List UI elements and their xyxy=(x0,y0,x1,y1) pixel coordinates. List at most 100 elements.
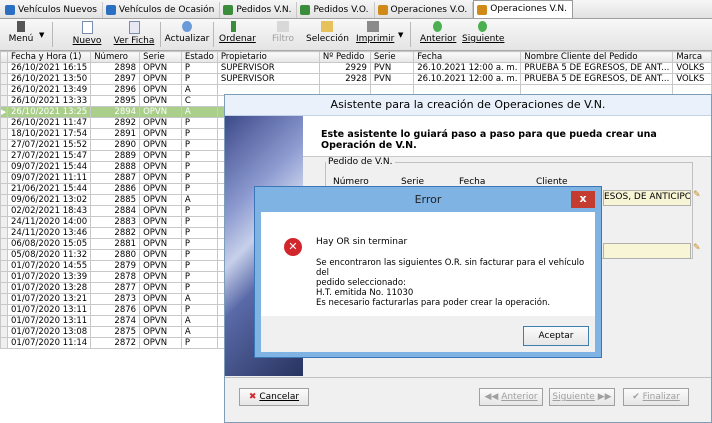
table-cell: 06/08/2020 15:05 xyxy=(6,238,92,250)
siguiente-button[interactable]: Siguiente xyxy=(462,21,504,48)
row-indicator xyxy=(0,326,8,338)
row-indicator xyxy=(0,260,8,272)
wizard-heading: Este asistente lo guiará paso a paso par… xyxy=(321,129,657,151)
table-cell: PRUEBA 5 DE EGRESOS, DE ANT... xyxy=(520,73,674,85)
table-cell: P xyxy=(180,62,218,74)
anterior-button[interactable]: Anterior xyxy=(420,21,456,48)
table-cell: 2897 xyxy=(90,73,141,85)
table-cell: P xyxy=(180,139,218,151)
table-cell: OPVN xyxy=(139,216,182,228)
table-cell: 2884 xyxy=(90,205,141,217)
column-header[interactable]: Fecha xyxy=(413,51,522,63)
wizard-heading-panel: Este asistente lo guiará paso a paso par… xyxy=(303,116,711,157)
table-cell: 2889 xyxy=(90,150,141,162)
tab-label: Vehículos Nuevos xyxy=(18,4,97,15)
table-cell: P xyxy=(180,73,218,85)
row-indicator: ▶ xyxy=(0,106,8,118)
column-header[interactable]: Propietario xyxy=(216,51,320,63)
column-header[interactable]: Nombre Cliente del Pedido xyxy=(520,51,674,63)
table-cell: P xyxy=(180,238,218,250)
table-cell: 05/08/2020 11:32 xyxy=(6,249,92,261)
printer-icon xyxy=(367,21,379,32)
cancel-button[interactable]: ✖ Cancelar xyxy=(239,388,309,406)
table-cell: P xyxy=(180,183,218,195)
column-header[interactable]: Número xyxy=(90,51,141,63)
column-header[interactable]: Nº Pedido xyxy=(318,51,371,63)
filtro-button[interactable]: Filtro xyxy=(268,21,298,48)
table-cell: 09/07/2021 15:44 xyxy=(6,161,92,173)
menu-button[interactable]: Menú xyxy=(6,21,36,48)
table-cell: OPVN xyxy=(139,128,182,140)
error-message: Se encontraron las siguientes O.R. sin f… xyxy=(316,258,595,308)
aceptar-button[interactable]: Aceptar xyxy=(523,326,589,346)
row-indicator xyxy=(0,161,8,173)
tab-pedidos-v-o[interactable]: Pedidos V.O. xyxy=(297,2,375,18)
table-cell: P xyxy=(180,150,218,162)
tab-icon xyxy=(300,5,311,15)
table-cell: VOLKS xyxy=(672,73,712,85)
wizard-next-button[interactable]: Siguiente ▶▶ xyxy=(549,388,615,406)
column-header[interactable]: Marca xyxy=(672,51,712,63)
column-header[interactable]: Fecha y Hora (1) xyxy=(6,51,92,63)
tab-operaciones-v-o[interactable]: Operaciones V.O. xyxy=(375,2,474,18)
row-indicator xyxy=(0,205,8,217)
nuevo-button[interactable]: Nuevo xyxy=(72,21,102,48)
error-dialog-body: ✕ Hay OR sin terminar Se encontraron las… xyxy=(261,212,595,352)
wizard-finish-button[interactable]: ✔ Finalizar xyxy=(623,388,689,406)
view-record-icon xyxy=(128,21,140,34)
secondary-field[interactable] xyxy=(603,243,691,259)
column-header[interactable]: Estado xyxy=(180,51,218,63)
table-cell: P xyxy=(180,161,218,173)
error-dialog-title: Error xyxy=(414,193,442,206)
table-cell: 01/07/2020 14:55 xyxy=(6,260,92,272)
table-cell: OPVN xyxy=(139,205,182,217)
row-indicator xyxy=(0,95,8,107)
table-cell: 2881 xyxy=(90,238,141,250)
row-indicator xyxy=(0,293,8,305)
check-icon: ✔ xyxy=(632,392,640,402)
menu-dropdown-icon[interactable]: ▼ xyxy=(39,31,44,39)
seleccion-button[interactable]: Selección xyxy=(306,21,349,48)
print-dropdown-icon[interactable]: ▼ xyxy=(398,31,403,39)
column-header[interactable]: Serie xyxy=(139,51,182,63)
table-cell: 2892 xyxy=(90,117,141,129)
edit-pencil-icon[interactable]: ✎ xyxy=(693,190,701,200)
table-cell: 2898 xyxy=(90,62,141,74)
table-cell: OPVN xyxy=(139,282,182,294)
table-cell: A xyxy=(180,84,218,96)
table-cell: 2887 xyxy=(90,172,141,184)
table-row[interactable]: 26/10/2021 13:50 2897 OPVN P SUPERVISOR 2928 P… xyxy=(0,73,712,85)
table-cell: 01/07/2020 13:08 xyxy=(6,326,92,338)
actualizar-button[interactable]: Actualizar xyxy=(164,21,210,48)
tab-pedidos-v-n[interactable]: Pedidos V.N. xyxy=(220,2,298,18)
tab-veh-culos-de-ocasi-n[interactable]: Vehículos de Ocasión xyxy=(103,2,221,18)
row-indicator xyxy=(0,194,8,206)
table-cell: 2886 xyxy=(90,183,141,195)
column-header[interactable]: Serie xyxy=(369,51,415,63)
tab-operaciones-v-n[interactable]: Operaciones V.N. xyxy=(473,0,574,18)
table-cell: 01/07/2020 13:28 xyxy=(6,282,92,294)
table-cell: OPVN xyxy=(139,315,182,327)
table-cell: P xyxy=(180,172,218,184)
cliente-field[interactable]: ESOS, DE ANTICIPOS xyxy=(603,190,691,206)
arrow-down-icon xyxy=(477,21,487,32)
arrow-up-icon xyxy=(432,21,442,32)
ordenar-button[interactable]: Ordenar xyxy=(219,21,256,48)
ver-ficha-button[interactable]: Ver Ficha xyxy=(113,21,155,48)
row-indicator xyxy=(0,304,8,316)
table-cell: OPVN xyxy=(139,260,182,272)
table-cell: P xyxy=(180,271,218,283)
tab-veh-culos-nuevos[interactable]: Vehículos Nuevos xyxy=(2,2,103,18)
prev-arrow-icon: ◀◀ xyxy=(484,392,499,402)
close-button[interactable]: x xyxy=(571,191,595,208)
table-row[interactable]: 26/10/2021 16:15 2898 OPVN P SUPERVISOR 2929 P… xyxy=(0,62,712,74)
tab-icon xyxy=(377,5,388,15)
table-cell: 24/11/2020 14:00 xyxy=(6,216,92,228)
imprimir-button[interactable]: Imprimir xyxy=(356,21,394,48)
edit-pencil-icon-2[interactable]: ✎ xyxy=(693,243,701,253)
cancel-x-icon: ✖ xyxy=(248,392,257,402)
table-cell: 2895 xyxy=(90,95,141,107)
wizard-prev-button[interactable]: ◀◀ Anterior xyxy=(479,388,543,406)
refresh-icon xyxy=(182,21,192,32)
pedido-group-label: Pedido de V.N. xyxy=(328,157,393,167)
